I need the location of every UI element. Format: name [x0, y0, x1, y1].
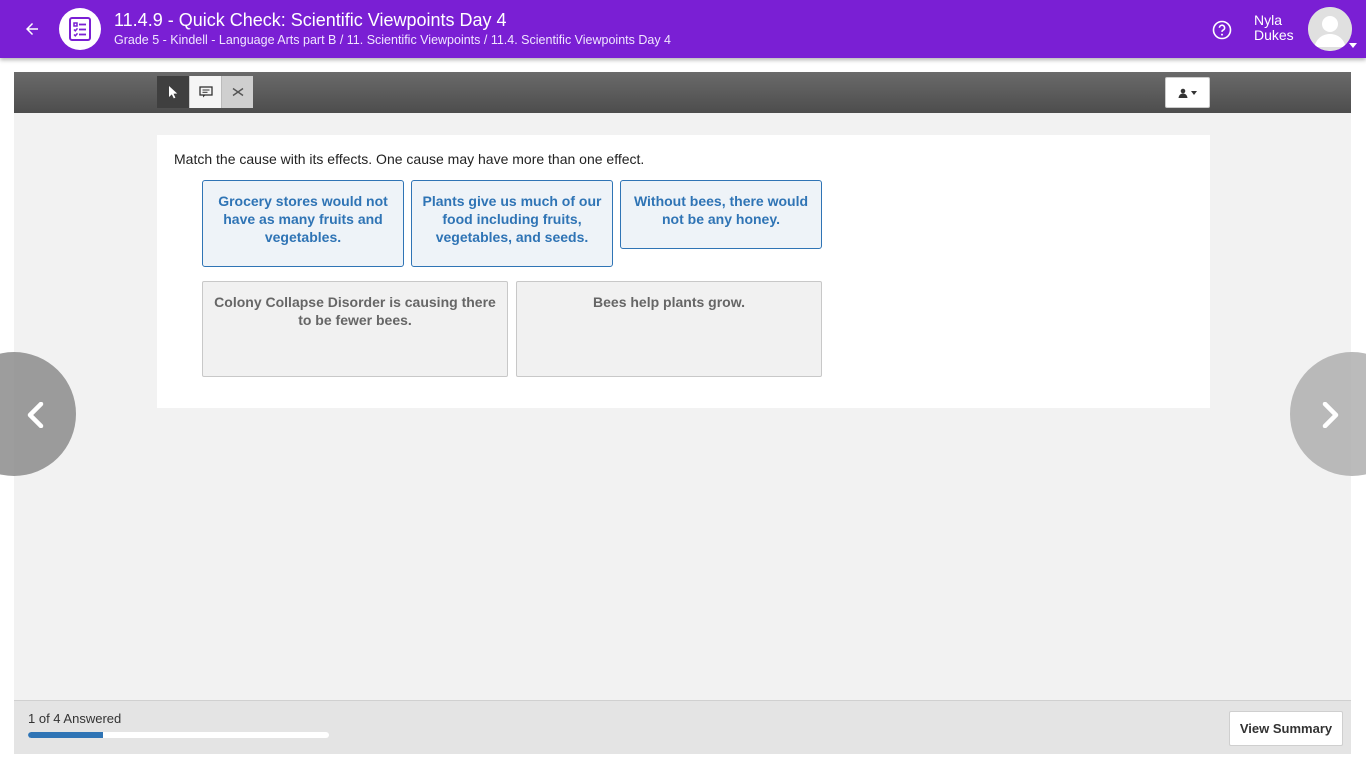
view-summary-button[interactable]: View Summary	[1229, 711, 1343, 746]
breadcrumb: Grade 5 - Kindell - Language Arts part B…	[114, 33, 672, 47]
help-circle-icon	[1212, 20, 1232, 40]
cross-icon	[232, 87, 243, 97]
progress-bar-fill	[28, 732, 104, 738]
effect-card[interactable]: Without bees, there would not be any hon…	[620, 180, 822, 249]
arrow-left-icon	[26, 23, 38, 35]
pointer-icon	[169, 86, 178, 99]
back-button[interactable]	[18, 15, 46, 43]
avatar-person-icon	[1308, 7, 1352, 51]
progress-bar	[28, 732, 329, 738]
answered-count: 1 of 4 Answered	[28, 711, 122, 726]
effect-card[interactable]: Grocery stores would not have as many fr…	[202, 180, 404, 267]
user-name[interactable]: Nyla Dukes	[1254, 13, 1294, 43]
user-icon	[1178, 88, 1188, 98]
main-area: Match the cause with its effects. One ca…	[14, 72, 1351, 754]
question-prompt: Match the cause with its effects. One ca…	[174, 151, 645, 167]
page-title: 11.4.9 - Quick Check: Scientific Viewpoi…	[114, 10, 507, 30]
caret-down-icon	[1191, 90, 1197, 95]
tool-bar	[14, 72, 1351, 113]
help-button[interactable]	[1211, 19, 1233, 41]
user-menu-button[interactable]	[1165, 77, 1210, 108]
app-header: 11.4.9 - Quick Check: Scientific Viewpoi…	[0, 0, 1366, 58]
user-last-name: Dukes	[1254, 27, 1294, 43]
progress-footer: 1 of 4 Answered View Summary	[14, 700, 1351, 754]
note-tool-button[interactable]	[189, 76, 221, 108]
user-first-name: Nyla	[1254, 12, 1283, 28]
chevron-down-icon[interactable]	[1349, 43, 1357, 48]
cause-drop-zone[interactable]: Colony Collapse Disorder is causing ther…	[202, 281, 508, 377]
question-card: Match the cause with its effects. One ca…	[157, 135, 1210, 408]
avatar[interactable]	[1308, 7, 1352, 51]
pointer-tool-button[interactable]	[157, 76, 189, 108]
app-badge	[59, 8, 101, 50]
note-icon	[198, 86, 213, 98]
effect-card[interactable]: Plants give us much of our food includin…	[411, 180, 613, 267]
checklist-icon	[69, 17, 91, 41]
eliminate-tool-button[interactable]	[221, 76, 253, 108]
cause-drop-zone[interactable]: Bees help plants grow.	[516, 281, 822, 377]
chevron-right-icon	[1322, 402, 1339, 428]
chevron-left-icon	[27, 402, 44, 428]
